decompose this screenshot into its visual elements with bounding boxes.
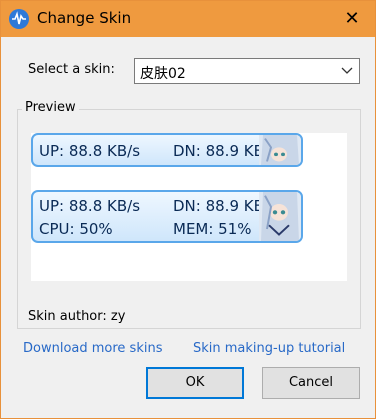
title-bar: Change Skin ✕: [1, 1, 375, 37]
ok-button[interactable]: OK: [146, 367, 244, 399]
pulse-icon: [9, 9, 29, 29]
close-icon: ✕: [344, 8, 360, 29]
skin-dropdown-value: 皮肤02: [140, 66, 186, 82]
upload-speed: UP: 88.8 KB/s: [39, 197, 141, 215]
preview-widget-small: UP: 88.8 KB/s DN: 88.9 KB/s: [31, 133, 303, 167]
cancel-button[interactable]: Cancel: [262, 367, 360, 399]
skin-tutorial-link[interactable]: Skin making-up tutorial: [193, 341, 345, 356]
chevron-down-icon: [341, 64, 353, 82]
cpu-usage: CPU: 50%: [39, 220, 113, 238]
skin-author: Skin author: zy: [28, 309, 126, 324]
skin-select-label: Select a skin:: [28, 62, 115, 77]
upload-speed: UP: 88.8 KB/s: [39, 142, 141, 160]
anime-character-image: [259, 192, 301, 241]
anime-character-image: [259, 135, 301, 165]
window-title: Change Skin: [37, 9, 132, 27]
skin-dropdown[interactable]: 皮肤02: [134, 58, 360, 84]
preview-label: Preview: [22, 100, 79, 115]
download-more-skins-link[interactable]: Download more skins: [23, 341, 162, 356]
preview-widget-full: UP: 88.8 KB/s DN: 88.9 KB/s CPU: 50% MEM…: [31, 190, 303, 243]
memory-usage: MEM: 51%: [173, 220, 252, 238]
close-button[interactable]: ✕: [329, 1, 375, 37]
